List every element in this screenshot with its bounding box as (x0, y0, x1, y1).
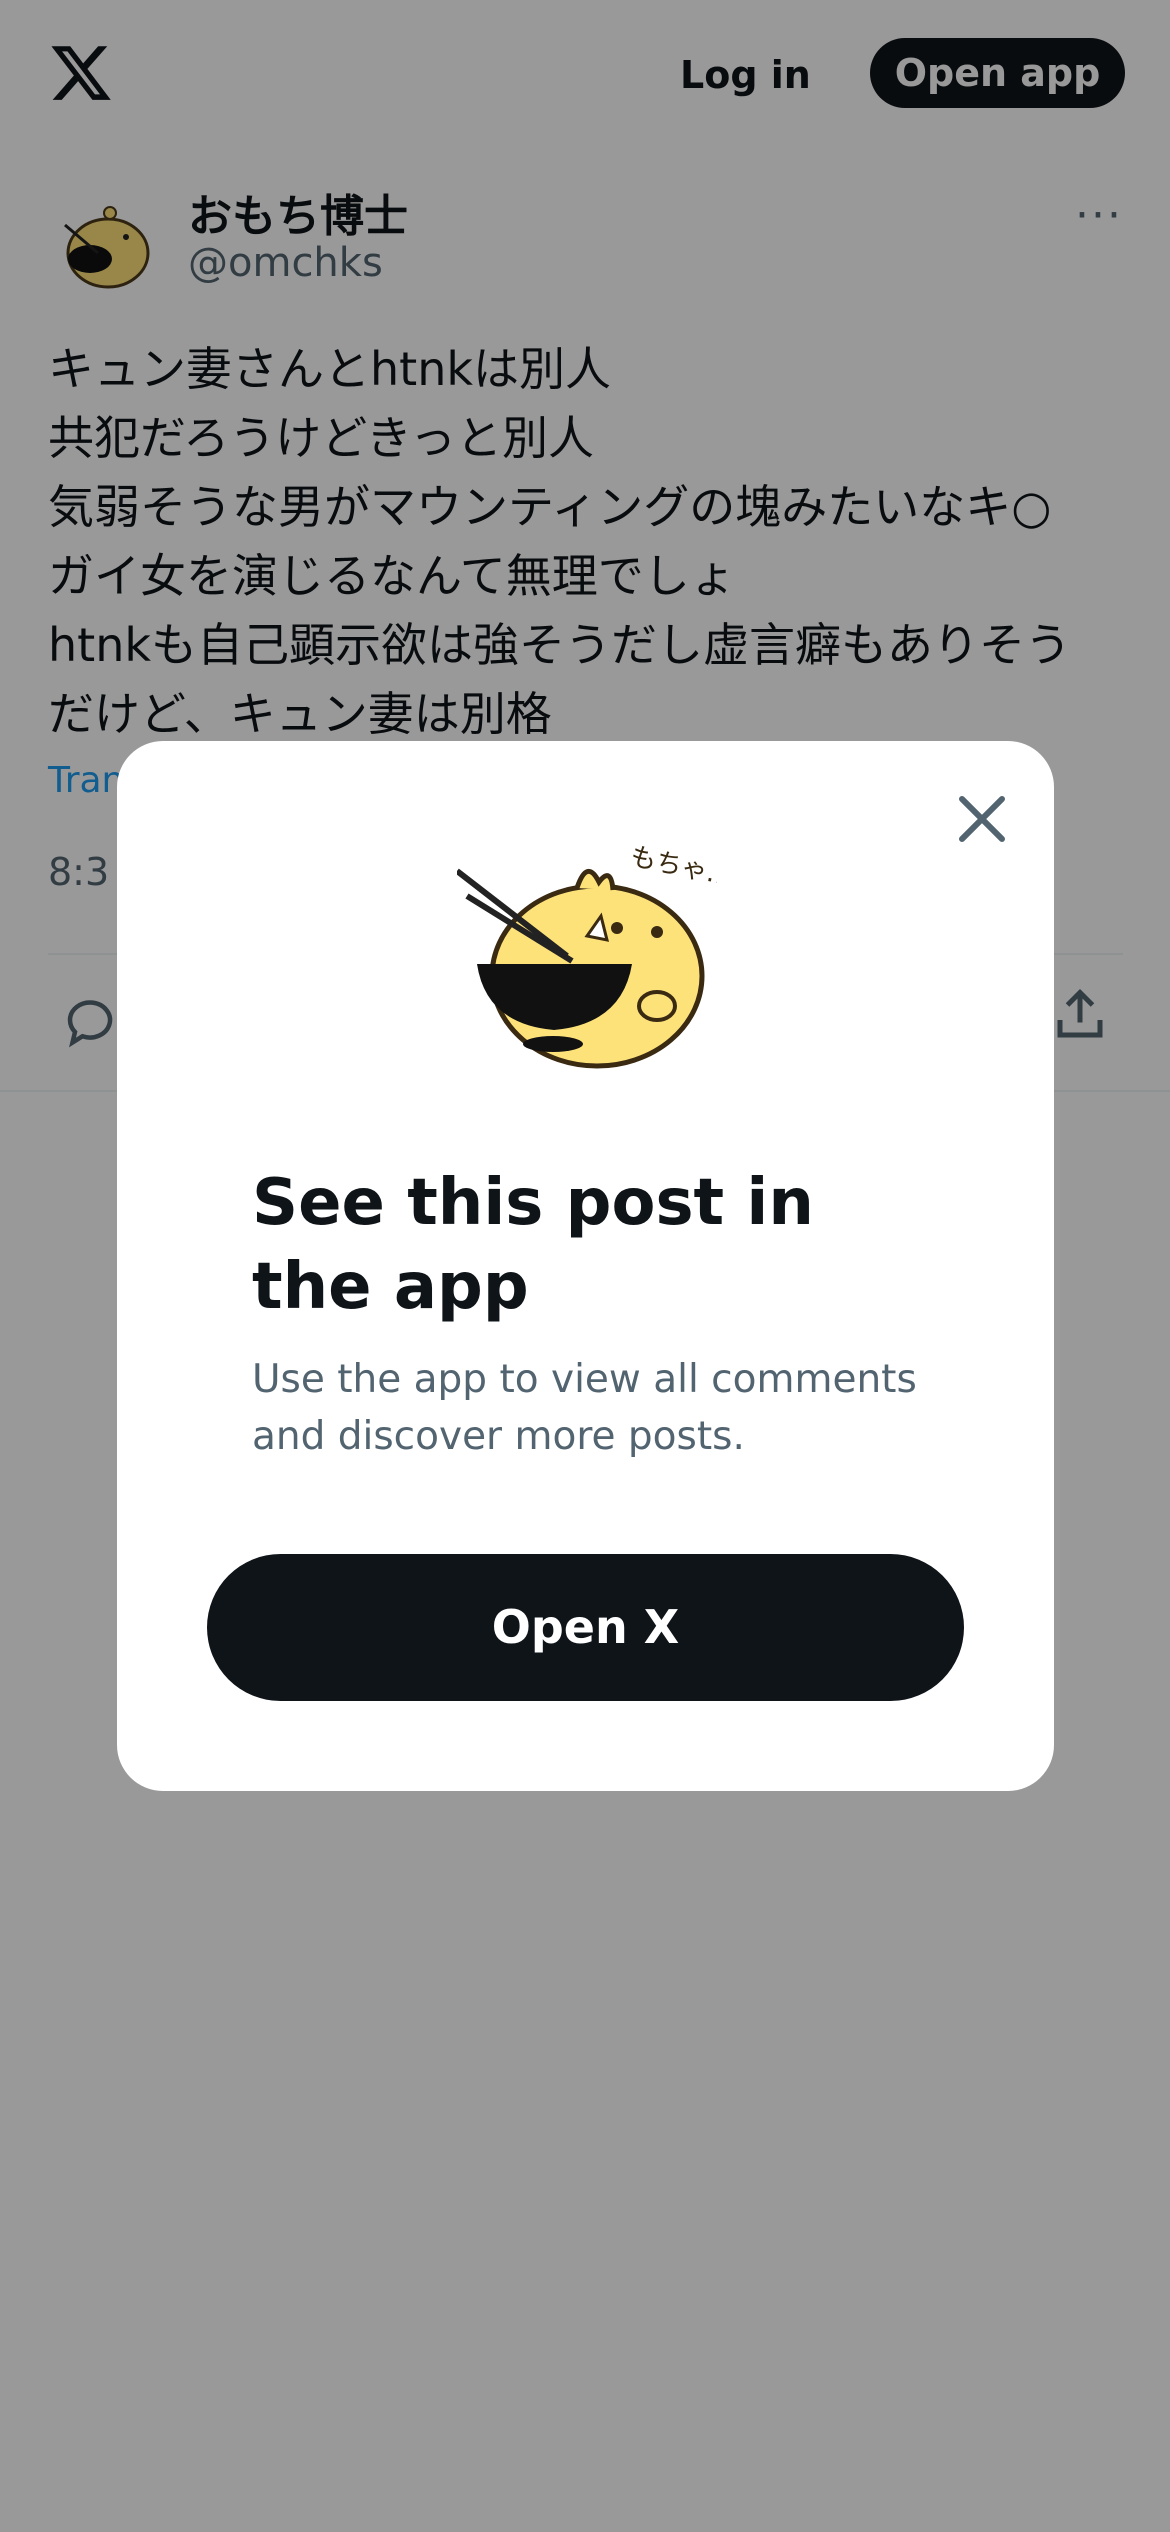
dialog-description: Use the app to view all comments and dis… (252, 1357, 917, 1459)
open-x-button[interactable]: Open X (207, 1554, 964, 1701)
close-icon[interactable] (952, 789, 1012, 849)
post-page: Log in Open app おもち博士 @omchks ··· キュン妻さん… (0, 0, 1170, 2532)
mascot-image: もちゃ… (457, 842, 717, 1069)
mascot-caption: もちゃ… (628, 842, 717, 893)
dialog-title: See this post in the app (252, 1166, 814, 1324)
open-in-app-dialog: もちゃ… See this post in the app Use the ap… (117, 741, 1054, 1791)
